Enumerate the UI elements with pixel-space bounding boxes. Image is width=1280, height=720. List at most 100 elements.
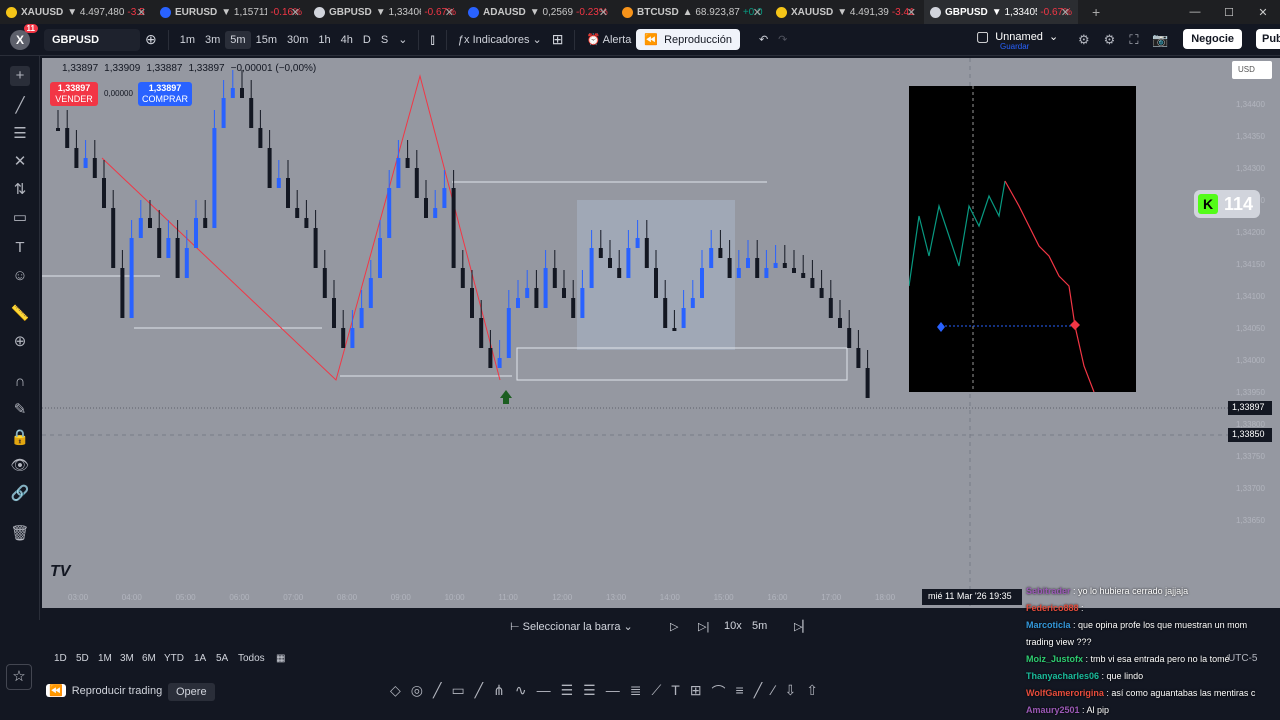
close-tab-icon[interactable]: ✕	[907, 6, 916, 19]
publish-button[interactable]: Publ	[1256, 29, 1280, 49]
trend-line-icon[interactable]: ╱	[10, 96, 30, 116]
range-1D[interactable]: 1D	[54, 653, 67, 664]
ruler-icon[interactable]: 📏	[10, 304, 30, 324]
interval-15m[interactable]: 15m	[251, 34, 282, 46]
minimize-icon[interactable]: —	[1178, 6, 1212, 18]
range-5A[interactable]: 5A	[216, 653, 228, 664]
symbol-search[interactable]: GBPUSD	[44, 28, 140, 51]
currency-select[interactable]: USD	[1232, 61, 1272, 79]
pattern-icon[interactable]: ✕	[10, 152, 30, 172]
step-forward-icon[interactable]: ▷|	[698, 620, 709, 633]
browser-tab[interactable]: EURUSD ▼ 1,15711 -0.16% ✕	[154, 0, 308, 24]
close-tab-icon[interactable]: ✕	[599, 6, 608, 19]
maximize-icon[interactable]: ☐	[1212, 6, 1246, 19]
line-icon[interactable]: ╱	[475, 682, 483, 702]
close-tab-icon[interactable]: ✕	[753, 6, 762, 19]
range-Todos[interactable]: Todos	[238, 653, 265, 664]
settings-icon[interactable]: ⚙	[1104, 32, 1116, 48]
range-1M[interactable]: 1M	[98, 653, 112, 664]
layout-menu[interactable]: ▢ Unnamed ⌄ Guardar	[976, 28, 1058, 51]
play-icon[interactable]: ▷	[670, 620, 678, 633]
interval-D[interactable]: D	[358, 34, 376, 46]
arrow-down-icon[interactable]: ⇩	[785, 682, 797, 702]
crosshair-icon[interactable]: +	[10, 66, 30, 86]
interval-1m[interactable]: 1m	[175, 34, 200, 46]
play-trading-button[interactable]: ⏪ Reproducir trading	[46, 684, 162, 697]
link-icon[interactable]: 🔗	[10, 484, 30, 504]
rectangle-icon[interactable]: ▭	[451, 682, 464, 702]
indicators-button[interactable]: ƒx Indicadores ⌄	[453, 33, 547, 46]
arrow-up-icon[interactable]: ⇧	[806, 682, 818, 702]
gann-icon[interactable]: ≡	[736, 682, 744, 702]
browser-tab[interactable]: XAUUSD ▼ 4.491,39 -3.41 ✕	[770, 0, 924, 24]
range-3M[interactable]: 3M	[120, 653, 134, 664]
user-avatar[interactable]: X 11	[10, 23, 38, 50]
range-YTD[interactable]: YTD	[164, 653, 184, 664]
range-5D[interactable]: 5D	[76, 653, 89, 664]
circle-target-icon[interactable]: ◎	[411, 682, 423, 702]
diamond-icon[interactable]: ◇	[390, 682, 401, 702]
pitchfork-icon[interactable]: ⋔	[493, 682, 505, 702]
range-1A[interactable]: 1A	[194, 653, 206, 664]
horizontal-ray-icon[interactable]: —	[537, 682, 551, 702]
interval-1h[interactable]: 1h	[313, 34, 335, 46]
close-tab-icon[interactable]: ✕	[445, 6, 454, 19]
pencil-lock-icon[interactable]: ✎	[10, 400, 30, 420]
fib-channel-icon[interactable]: ≣	[630, 682, 642, 702]
replay-interval-button[interactable]: 5m	[752, 620, 767, 632]
camera-icon[interactable]: 📷	[1152, 32, 1168, 48]
opere-button[interactable]: Opere	[168, 683, 215, 701]
browser-tab[interactable]: ADAUSD ▼ 0,2569 -0.23% ✕	[462, 0, 616, 24]
eye-icon[interactable]: 👁	[10, 456, 30, 476]
star-icon[interactable]: ☆	[6, 664, 32, 690]
lock-icon[interactable]: 🔒	[10, 428, 30, 448]
hotlist-icon[interactable]: ⚙	[1078, 32, 1090, 48]
browser-tab[interactable]: GBPUSD ▼ 1,33405 -0.67% ✕	[924, 0, 1078, 24]
undo-icon[interactable]: ↶	[754, 33, 773, 46]
speed-button[interactable]: 10x	[724, 620, 742, 632]
trade-button[interactable]: Negocie	[1183, 29, 1242, 49]
redo-icon[interactable]: ↷	[773, 33, 792, 46]
chevron-down-icon[interactable]: ⌄	[393, 33, 412, 46]
interval-5m[interactable]: 5m	[225, 30, 251, 49]
browser-tab[interactable]: GBPUSD ▼ 1,33406 -0.67% ✕	[308, 0, 462, 24]
buy-button[interactable]: 1,33897 COMPRAR	[138, 82, 192, 106]
text-icon[interactable]: T	[10, 238, 30, 258]
parallel-channel-icon[interactable]: ☰	[561, 682, 574, 702]
close-tab-icon[interactable]: ✕	[1061, 6, 1070, 19]
replay-button[interactable]: ⏪ Reproducción	[636, 29, 740, 50]
shape-icon[interactable]: ▭	[10, 208, 30, 228]
magnet-icon[interactable]: ∩	[10, 372, 30, 392]
sell-button[interactable]: 1,33897 VENDER	[50, 82, 98, 106]
grid-icon[interactable]: ⊞	[690, 682, 702, 702]
curve-icon[interactable]: ⌒	[712, 682, 726, 702]
candles-icon[interactable]: ⫾	[425, 31, 439, 48]
fib-retracement-icon[interactable]: ☰	[583, 682, 596, 702]
jump-to-realtime-icon[interactable]: ▷▏	[794, 620, 811, 633]
text-tool-icon[interactable]: T	[671, 682, 680, 702]
select-bar-button[interactable]: ⊢ Seleccionar la barra ⌄	[510, 620, 633, 633]
browser-tab[interactable]: XAUUSD ▼ 4.497,480 -3.5 ✕	[0, 0, 154, 24]
price-axis[interactable]: 1,344001,343501,343001,342501,342001,341…	[1228, 58, 1280, 608]
horizontal-line-icon[interactable]: —	[606, 682, 620, 702]
highlighter-icon[interactable]: ∕	[772, 682, 774, 702]
new-tab-icon[interactable]: +	[1092, 4, 1100, 20]
path-icon[interactable]: ⟋	[651, 682, 661, 702]
projection-icon[interactable]: ⇅	[10, 180, 30, 200]
interval-3m[interactable]: 3m	[200, 34, 225, 46]
interval-30m[interactable]: 30m	[282, 34, 313, 46]
interval-S[interactable]: S	[376, 34, 393, 46]
fib-icon[interactable]: ☰	[10, 124, 30, 144]
ray-icon[interactable]: ╱	[433, 682, 441, 702]
fullscreen-icon[interactable]: ⛶	[1129, 32, 1138, 48]
emoji-icon[interactable]: ☺	[10, 266, 30, 286]
compare-icon[interactable]: ⊕	[140, 31, 162, 48]
trash-icon[interactable]: 🗑	[10, 524, 30, 544]
wave-icon[interactable]: ∿	[515, 682, 527, 702]
calendar-icon[interactable]: ▦	[276, 653, 285, 664]
close-tab-icon[interactable]: ✕	[291, 6, 300, 19]
brush-icon[interactable]: ╱	[754, 682, 762, 702]
alert-button[interactable]: ⏰ Alerta	[581, 33, 636, 46]
browser-tab[interactable]: BTCUSD ▲ 68.923,87 +0.0 ✕	[616, 0, 770, 24]
templates-icon[interactable]: ⊞	[547, 31, 569, 48]
